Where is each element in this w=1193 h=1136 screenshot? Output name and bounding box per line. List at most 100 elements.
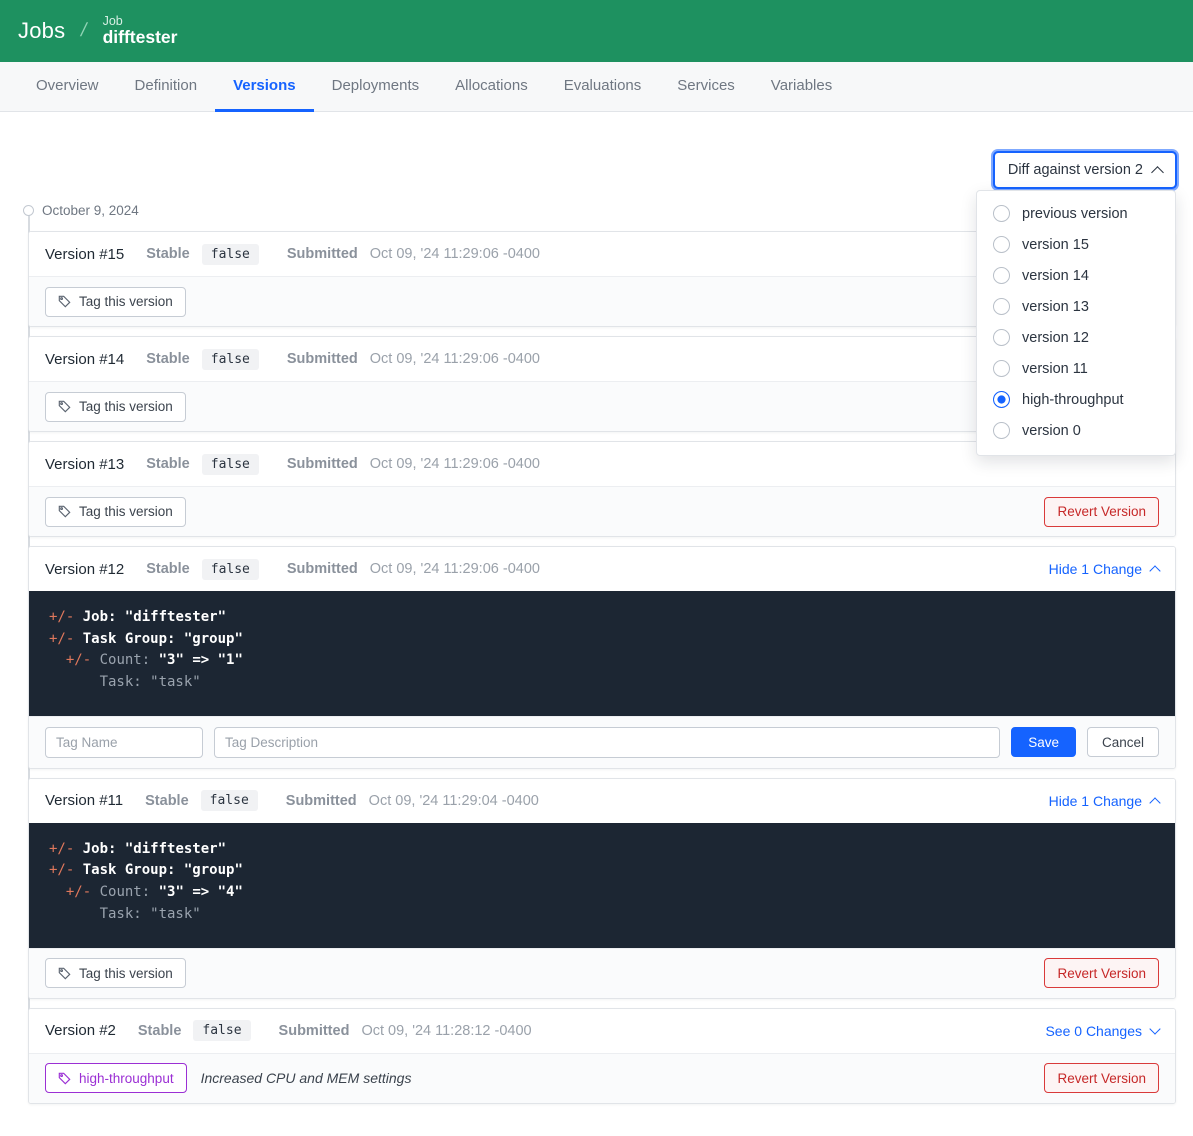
- revert-version-button[interactable]: Revert Version: [1044, 1063, 1159, 1093]
- diff-against-version-label: Diff against version 2: [1008, 162, 1143, 178]
- diff-count-key: Count:: [100, 884, 159, 900]
- diff-task-text: Task: "task": [100, 906, 201, 922]
- diff-option-label: version 15: [1022, 237, 1089, 253]
- breadcrumb-job-label: Job: [103, 14, 178, 28]
- toggle-changes-label: Hide 1 Change: [1049, 561, 1142, 577]
- diff-line-task: Task: "task": [49, 672, 1155, 694]
- chevron-up-icon: [1149, 565, 1160, 576]
- diff-option-version-0[interactable]: version 0: [977, 415, 1175, 446]
- tag-description-input[interactable]: [214, 727, 1000, 758]
- version-name: Version #11: [45, 792, 123, 809]
- radio-icon[interactable]: [993, 329, 1010, 346]
- diff-option-label: version 14: [1022, 268, 1089, 284]
- tab-allocations[interactable]: Allocations: [437, 62, 546, 112]
- tag-name-input[interactable]: [45, 727, 203, 758]
- diff-line-group: +/- Task Group: "group": [49, 629, 1155, 651]
- diff-line-job: +/- Job: "difftester": [49, 839, 1155, 861]
- tab-label: Evaluations: [564, 77, 642, 94]
- diff-marker: +/-: [66, 884, 91, 900]
- radio-icon[interactable]: [993, 422, 1010, 439]
- diff-block: +/- Job: "difftester"+/- Task Group: "gr…: [29, 591, 1175, 716]
- tag-this-version-label: Tag this version: [79, 294, 173, 309]
- diff-count-from: "3": [159, 652, 184, 668]
- diff-option-label: version 12: [1022, 330, 1089, 346]
- revert-version-button[interactable]: Revert Version: [1044, 958, 1159, 988]
- radio-icon[interactable]: [993, 298, 1010, 315]
- breadcrumb-jobs[interactable]: Jobs: [18, 18, 65, 44]
- diff-option-label: version 11: [1022, 361, 1088, 377]
- radio-icon[interactable]: [993, 236, 1010, 253]
- tab-label: Deployments: [332, 77, 420, 94]
- diff-block: +/- Job: "difftester"+/- Task Group: "gr…: [29, 823, 1175, 948]
- version-tag-description: Increased CPU and MEM settings: [201, 1070, 412, 1086]
- versions-toolbar: Diff against version 2 previous versionv…: [17, 112, 1176, 198]
- cancel-tag-button[interactable]: Cancel: [1087, 727, 1159, 757]
- stable-label: Stable: [146, 561, 190, 577]
- radio-icon[interactable]: [993, 360, 1010, 377]
- submitted-label: Submitted: [287, 246, 358, 262]
- diff-option-previous-version[interactable]: previous version: [977, 198, 1175, 229]
- diff-option-version-14[interactable]: version 14: [977, 260, 1175, 291]
- diff-option-version-15[interactable]: version 15: [977, 229, 1175, 260]
- diff-line-count: +/- Count: "3" => "4": [49, 882, 1155, 904]
- diff-version-dropdown: previous version version 15 version 14 vers…: [976, 190, 1176, 456]
- stable-value: false: [193, 1020, 250, 1041]
- diff-option-version-11[interactable]: version 11: [977, 353, 1175, 384]
- diff-marker: +/-: [49, 862, 74, 878]
- tag-this-version-button[interactable]: Tag this version: [45, 392, 186, 422]
- tab-versions[interactable]: Versions: [215, 62, 314, 112]
- diff-against-version-button[interactable]: Diff against version 2: [994, 152, 1176, 188]
- toggle-changes-link[interactable]: Hide 1 Change: [1049, 793, 1159, 809]
- stable-value: false: [202, 244, 259, 265]
- diff-marker: +/-: [49, 609, 74, 625]
- version-footer: Tag this version Revert Version: [29, 486, 1175, 536]
- diff-count-key: Count:: [100, 652, 159, 668]
- tab-deployments[interactable]: Deployments: [314, 62, 438, 112]
- version-name: Version #12: [45, 561, 124, 578]
- tab-label: Services: [677, 77, 735, 94]
- tab-services[interactable]: Services: [659, 62, 753, 112]
- diff-marker: +/-: [66, 652, 91, 668]
- diff-option-high-throughput[interactable]: high-throughput: [977, 384, 1175, 415]
- tag-edit-row: Save Cancel: [29, 716, 1175, 768]
- version-card: Version #12StablefalseSubmittedOct 09, '…: [28, 546, 1176, 769]
- revert-version-button[interactable]: Revert Version: [1044, 497, 1159, 527]
- diff-count-arrow: =>: [184, 652, 218, 668]
- breadcrumb-separator: /: [79, 20, 89, 42]
- version-footer: high-throughput Increased CPU and MEM set…: [29, 1053, 1175, 1103]
- tab-variables[interactable]: Variables: [753, 62, 850, 112]
- tag-this-version-button[interactable]: Tag this version: [45, 497, 186, 527]
- submitted-time: Oct 09, '24 11:29:06 -0400: [370, 561, 540, 577]
- breadcrumb-job[interactable]: Job difftester: [103, 14, 178, 48]
- diff-option-label: previous version: [1022, 206, 1128, 222]
- toggle-changes-link[interactable]: Hide 1 Change: [1049, 561, 1159, 577]
- stable-value: false: [201, 790, 258, 811]
- version-name: Version #14: [45, 351, 124, 368]
- tab-bar: OverviewDefinitionVersions Deployments All…: [0, 62, 1193, 112]
- diff-option-version-12[interactable]: version 12: [977, 322, 1175, 353]
- radio-icon[interactable]: [993, 267, 1010, 284]
- diff-option-label: high-throughput: [1022, 392, 1124, 408]
- tab-overview[interactable]: Overview: [18, 62, 117, 112]
- stable-label: Stable: [146, 456, 190, 472]
- stable-label: Stable: [146, 246, 190, 262]
- radio-icon[interactable]: [993, 391, 1010, 408]
- tag-this-version-button[interactable]: Tag this version: [45, 958, 186, 988]
- tab-evaluations[interactable]: Evaluations: [546, 62, 660, 112]
- stable-value: false: [202, 454, 259, 475]
- submitted-label: Submitted: [287, 456, 358, 472]
- version-tag-chip[interactable]: high-throughput: [45, 1063, 187, 1093]
- toggle-changes-label: Hide 1 Change: [1049, 793, 1142, 809]
- save-tag-button[interactable]: Save: [1011, 727, 1076, 757]
- chevron-up-icon: [1149, 797, 1160, 808]
- submitted-time: Oct 09, '24 11:29:06 -0400: [370, 246, 540, 262]
- diff-line-task: Task: "task": [49, 904, 1155, 926]
- tag-this-version-button[interactable]: Tag this version: [45, 287, 186, 317]
- diff-job-text: Job: "difftester": [83, 841, 226, 857]
- tab-definition[interactable]: Definition: [117, 62, 216, 112]
- diff-option-version-13[interactable]: version 13: [977, 291, 1175, 322]
- diff-marker: +/-: [49, 841, 74, 857]
- toggle-changes-link[interactable]: See 0 Changes: [1045, 1023, 1159, 1039]
- stable-label: Stable: [138, 1023, 182, 1039]
- radio-icon[interactable]: [993, 205, 1010, 222]
